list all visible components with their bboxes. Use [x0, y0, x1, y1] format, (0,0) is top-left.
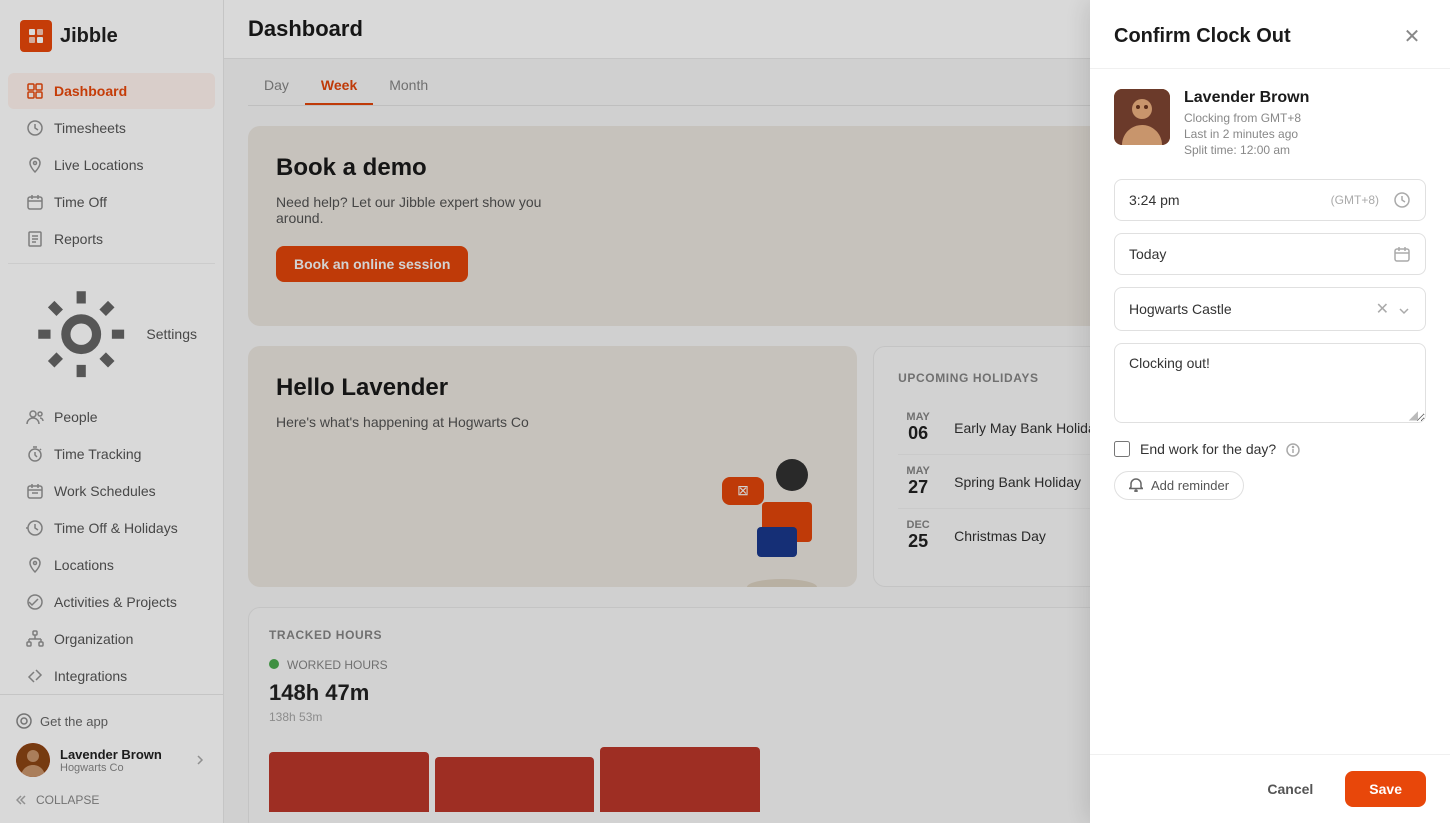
location-actions: ✕	[1376, 299, 1411, 319]
time-field-right: (GMT+8)	[1331, 191, 1411, 209]
modal-body: Lavender Brown Clocking from GMT+8 Last …	[1090, 69, 1450, 754]
modal-footer: Cancel Save	[1090, 754, 1450, 823]
modal-title: Confirm Clock Out	[1114, 25, 1291, 48]
modal-close-button[interactable]: ✕	[1398, 22, 1426, 50]
add-reminder-button[interactable]: Add reminder	[1114, 471, 1244, 500]
location-clear-icon[interactable]: ✕	[1376, 299, 1389, 319]
modal-header: Confirm Clock Out ✕	[1090, 0, 1450, 69]
time-value: 3:24 pm	[1129, 192, 1180, 208]
modal-user-name: Lavender Brown	[1184, 89, 1309, 107]
gmt-label: (GMT+8)	[1331, 193, 1379, 207]
location-field[interactable]: Hogwarts Castle ✕	[1114, 287, 1426, 331]
note-wrapper: Clocking out! ◢	[1114, 343, 1426, 428]
modal-user-avatar	[1114, 89, 1170, 145]
end-work-info-icon[interactable]	[1286, 440, 1300, 456]
clock-icon	[1393, 191, 1411, 209]
end-work-row: End work for the day?	[1114, 440, 1426, 456]
save-button[interactable]: Save	[1345, 771, 1426, 807]
modal-last-seen: Last in 2 minutes ago	[1184, 127, 1309, 141]
note-textarea[interactable]: Clocking out!	[1114, 343, 1426, 423]
modal-split-time: Split time: 12:00 am	[1184, 143, 1309, 157]
modal-avatar-img	[1114, 89, 1170, 145]
cancel-button[interactable]: Cancel	[1247, 771, 1333, 807]
calendar-icon	[1393, 245, 1411, 263]
end-work-checkbox[interactable]	[1114, 441, 1130, 457]
date-field[interactable]: Today	[1114, 233, 1426, 275]
end-work-label: End work for the day?	[1140, 441, 1276, 457]
date-value: Today	[1129, 246, 1166, 262]
bell-icon	[1129, 478, 1143, 492]
modal-clocking-from: Clocking from GMT+8	[1184, 111, 1309, 125]
location-dropdown-icon[interactable]	[1397, 301, 1411, 317]
resize-icon: ◢	[1409, 408, 1418, 422]
modal-user-info: Lavender Brown Clocking from GMT+8 Last …	[1114, 89, 1426, 159]
modal-user-details: Lavender Brown Clocking from GMT+8 Last …	[1184, 89, 1309, 159]
confirm-clock-out-modal: Confirm Clock Out ✕ Lavender Brown Clock…	[1090, 0, 1450, 823]
location-value: Hogwarts Castle	[1129, 301, 1232, 317]
time-field[interactable]: 3:24 pm (GMT+8)	[1114, 179, 1426, 221]
